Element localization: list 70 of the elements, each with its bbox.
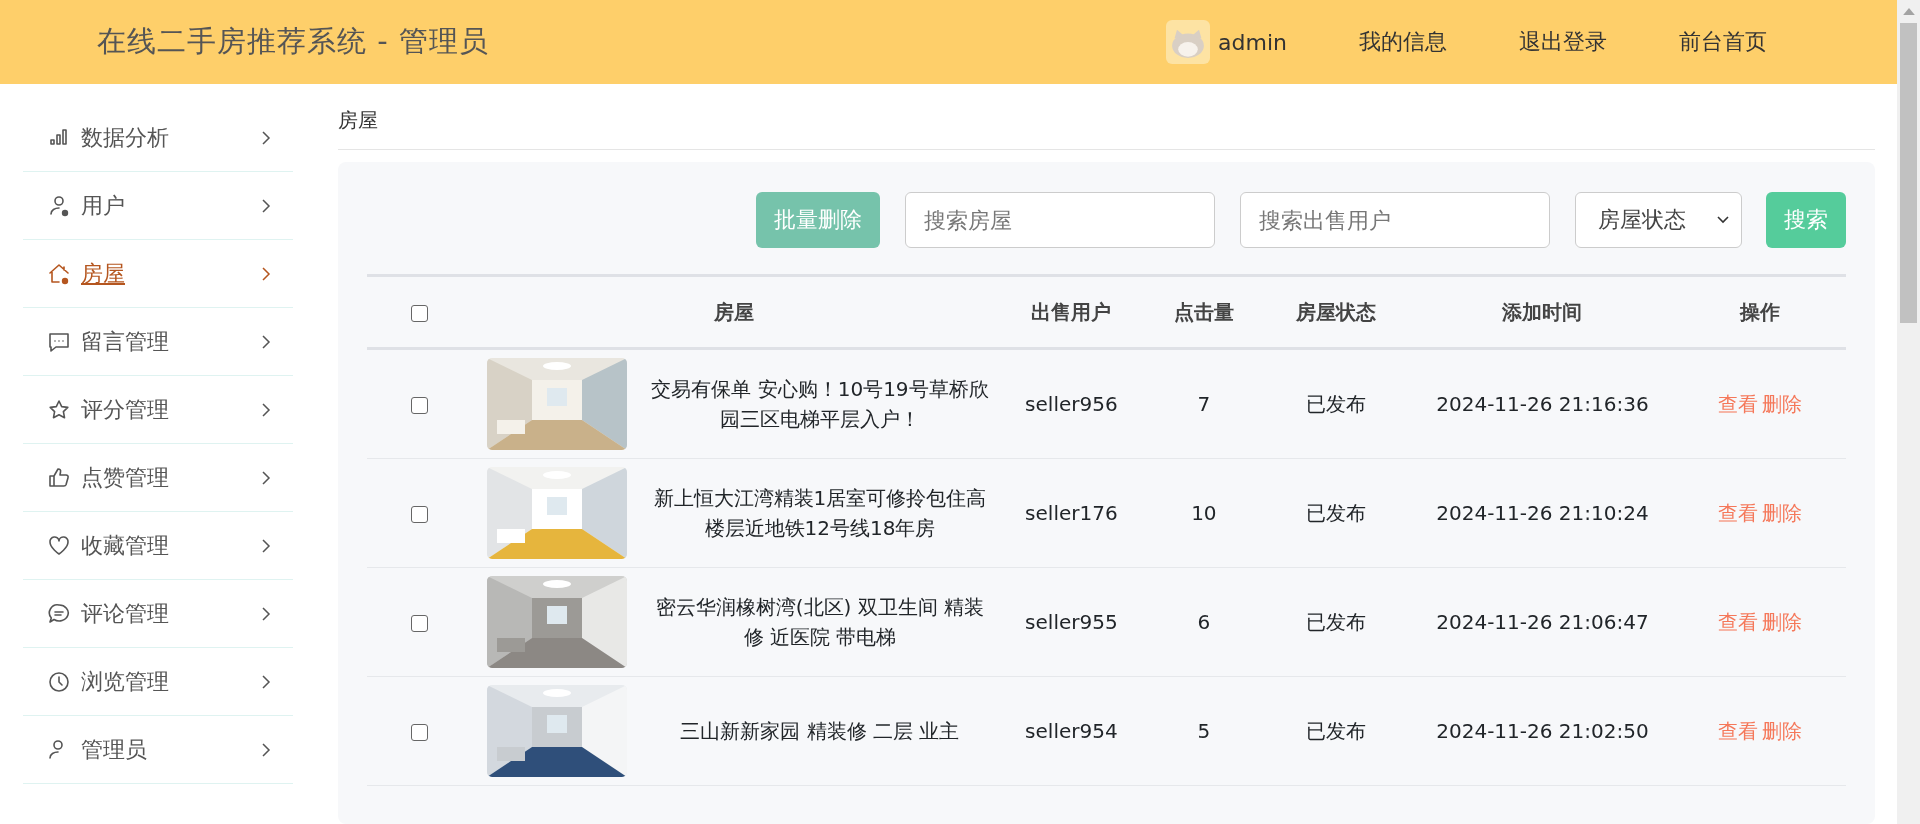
column-header: 操作 — [1739, 299, 1780, 324]
added-time: 2024-11-26 21:06:47 — [1436, 610, 1649, 634]
chevron-right-icon — [261, 537, 271, 554]
avatar-icon — [1166, 20, 1211, 64]
sidebar-item[interactable]: 房屋 — [23, 240, 293, 308]
checkbox[interactable] — [410, 305, 428, 322]
column-header: 出售用户 — [1031, 299, 1112, 324]
sidebar-item[interactable]: 评论管理 — [23, 580, 293, 648]
house-title: 密云华润橡树湾(北区) 双卫生间 精装修 近医院 带电梯 — [655, 595, 985, 649]
chevron-right-icon — [261, 401, 271, 418]
star-icon — [47, 397, 71, 422]
column-header: 添加时间 — [1502, 299, 1583, 324]
added-time: 2024-11-26 21:02:50 — [1436, 719, 1649, 743]
checkbox[interactable] — [410, 397, 428, 414]
sidebar-item[interactable]: 评分管理 — [23, 376, 293, 444]
status-select[interactable]: 房屋状态 — [1575, 192, 1742, 248]
user-link[interactable]: admin — [1166, 20, 1287, 64]
chevron-right-icon — [261, 197, 271, 214]
seller-name: seller176 — [1025, 501, 1118, 525]
house-status: 已发布 — [1306, 718, 1367, 743]
caret-icon — [1717, 216, 1729, 224]
house-icon — [47, 261, 71, 286]
seller-name: seller954 — [1025, 719, 1118, 743]
checkbox[interactable] — [410, 724, 428, 741]
click-count: 10 — [1191, 501, 1217, 525]
added-time: 2024-11-26 21:10:24 — [1436, 501, 1649, 525]
comment-icon — [47, 601, 71, 626]
search-field[interactable]: 搜索房屋 — [905, 192, 1215, 248]
sidebar-item[interactable]: 点赞管理 — [23, 444, 293, 512]
search-field[interactable]: 搜索出售用户 — [1240, 192, 1550, 248]
added-time: 2024-11-26 21:16:36 — [1436, 392, 1649, 416]
sidebar-item[interactable]: 数据分析 — [23, 104, 293, 172]
sidebar-item[interactable]: 用户 — [23, 172, 293, 240]
sidebar-item[interactable]: 管理员 — [23, 716, 293, 784]
scrollbar[interactable] — [1897, 0, 1920, 824]
house-title: 交易有保单 安心购！10号19号草桥欣园三区电梯平层入户！ — [651, 377, 989, 431]
clock-icon — [47, 669, 71, 694]
heart-icon — [47, 533, 71, 558]
click-count: 5 — [1197, 719, 1211, 743]
sidebar-item[interactable]: 浏览管理 — [23, 648, 293, 716]
house-title: 三山新新家园 精装修 二层 业主 — [680, 719, 960, 743]
house-title: 新上恒大江湾精装1居室可修拎包住高楼层近地铁12号线18年房 — [653, 486, 987, 540]
chevron-right-icon — [261, 129, 271, 146]
system-title: 在线二手房推荐系统 - 管理员 — [97, 23, 489, 60]
house-status: 已发布 — [1306, 609, 1367, 634]
nav-link[interactable]: 我的信息 — [1359, 27, 1447, 57]
seller-name: seller956 — [1025, 392, 1118, 416]
seller-name: seller955 — [1025, 610, 1118, 634]
click-count: 6 — [1197, 610, 1211, 634]
checkbox[interactable] — [410, 506, 428, 523]
column-header: 房屋 — [713, 299, 754, 324]
column-header: 房屋状态 — [1296, 299, 1377, 324]
thumbs-up-icon — [47, 465, 71, 490]
chevron-right-icon — [261, 265, 271, 282]
click-count: 7 — [1197, 392, 1211, 416]
house-status: 已发布 — [1306, 391, 1367, 416]
sidebar-item[interactable]: 留言管理 — [23, 308, 293, 376]
chevron-right-icon — [261, 333, 271, 350]
column-header: 点击量 — [1173, 299, 1234, 324]
sidebar-item[interactable]: 收藏管理 — [23, 512, 293, 580]
chevron-right-icon — [261, 469, 271, 486]
nav-link[interactable]: 前台首页 — [1679, 27, 1767, 57]
checkbox[interactable] — [410, 615, 428, 632]
breadcrumb: 房屋 — [338, 107, 378, 134]
chevron-right-icon — [261, 605, 271, 622]
chevron-right-icon — [261, 741, 271, 758]
nav-link[interactable]: 退出登录 — [1519, 27, 1607, 57]
user-icon — [47, 193, 71, 218]
house-status: 已发布 — [1306, 500, 1367, 525]
chevron-right-icon — [261, 673, 271, 690]
